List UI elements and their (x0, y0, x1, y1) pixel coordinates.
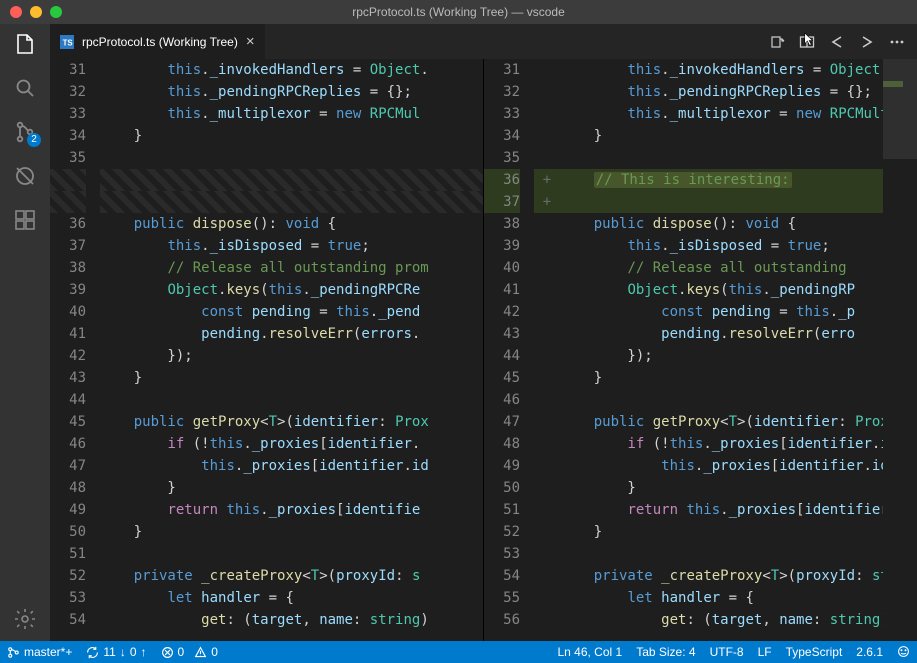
close-icon[interactable]: × (246, 34, 255, 49)
sync-status[interactable]: 11↓ 0↑ (79, 641, 153, 663)
eol-status[interactable]: LF (751, 645, 779, 659)
explorer-icon[interactable] (13, 32, 37, 56)
encoding-status[interactable]: UTF-8 (703, 645, 751, 659)
svg-text:TS: TS (63, 38, 73, 47)
language-status[interactable]: TypeScript (779, 645, 850, 659)
tab-size-status[interactable]: Tab Size: 4 (629, 645, 702, 659)
source-control-icon[interactable]: 2 (13, 120, 37, 144)
feedback-icon[interactable] (890, 645, 917, 658)
tab-bar: TS rpcProtocol.ts (Working Tree) × (50, 24, 917, 59)
cursor-position-status[interactable]: Ln 46, Col 1 (550, 645, 629, 659)
minimap[interactable] (883, 59, 917, 641)
more-actions-icon[interactable] (889, 34, 905, 50)
diff-original-pane[interactable]: 3132333435363738394041424344454647484950… (50, 59, 484, 641)
settings-gear-icon[interactable] (13, 607, 37, 631)
scm-badge: 2 (27, 133, 41, 147)
window-close-icon[interactable] (10, 6, 22, 18)
toggle-inline-diff-icon[interactable] (799, 34, 815, 50)
titlebar: rpcProtocol.ts (Working Tree) — vscode (0, 0, 917, 24)
previous-change-icon[interactable] (829, 34, 845, 50)
diff-modified-pane[interactable]: 3132333435363738394041424344454647484950… (484, 59, 917, 641)
status-bar: master*+ 11↓ 0↑ 0 0 Ln 46, Col 1 Tab Siz… (0, 641, 917, 663)
problems-status[interactable]: 0 0 (154, 641, 225, 663)
tab-label: rpcProtocol.ts (Working Tree) (82, 35, 238, 49)
extensions-icon[interactable] (13, 208, 37, 232)
search-icon[interactable] (13, 76, 37, 100)
debug-icon[interactable] (13, 164, 37, 188)
typescript-file-icon: TS (60, 35, 74, 49)
window-zoom-icon[interactable] (50, 6, 62, 18)
git-branch-status[interactable]: master*+ (0, 641, 79, 663)
open-changes-icon[interactable] (769, 34, 785, 50)
next-change-icon[interactable] (859, 34, 875, 50)
window-minimize-icon[interactable] (30, 6, 42, 18)
version-status[interactable]: 2.6.1 (849, 645, 890, 659)
window-title: rpcProtocol.ts (Working Tree) — vscode (0, 5, 917, 19)
tab-rpcprotocol[interactable]: TS rpcProtocol.ts (Working Tree) × (50, 24, 265, 59)
activity-bar: 2 (0, 24, 50, 641)
